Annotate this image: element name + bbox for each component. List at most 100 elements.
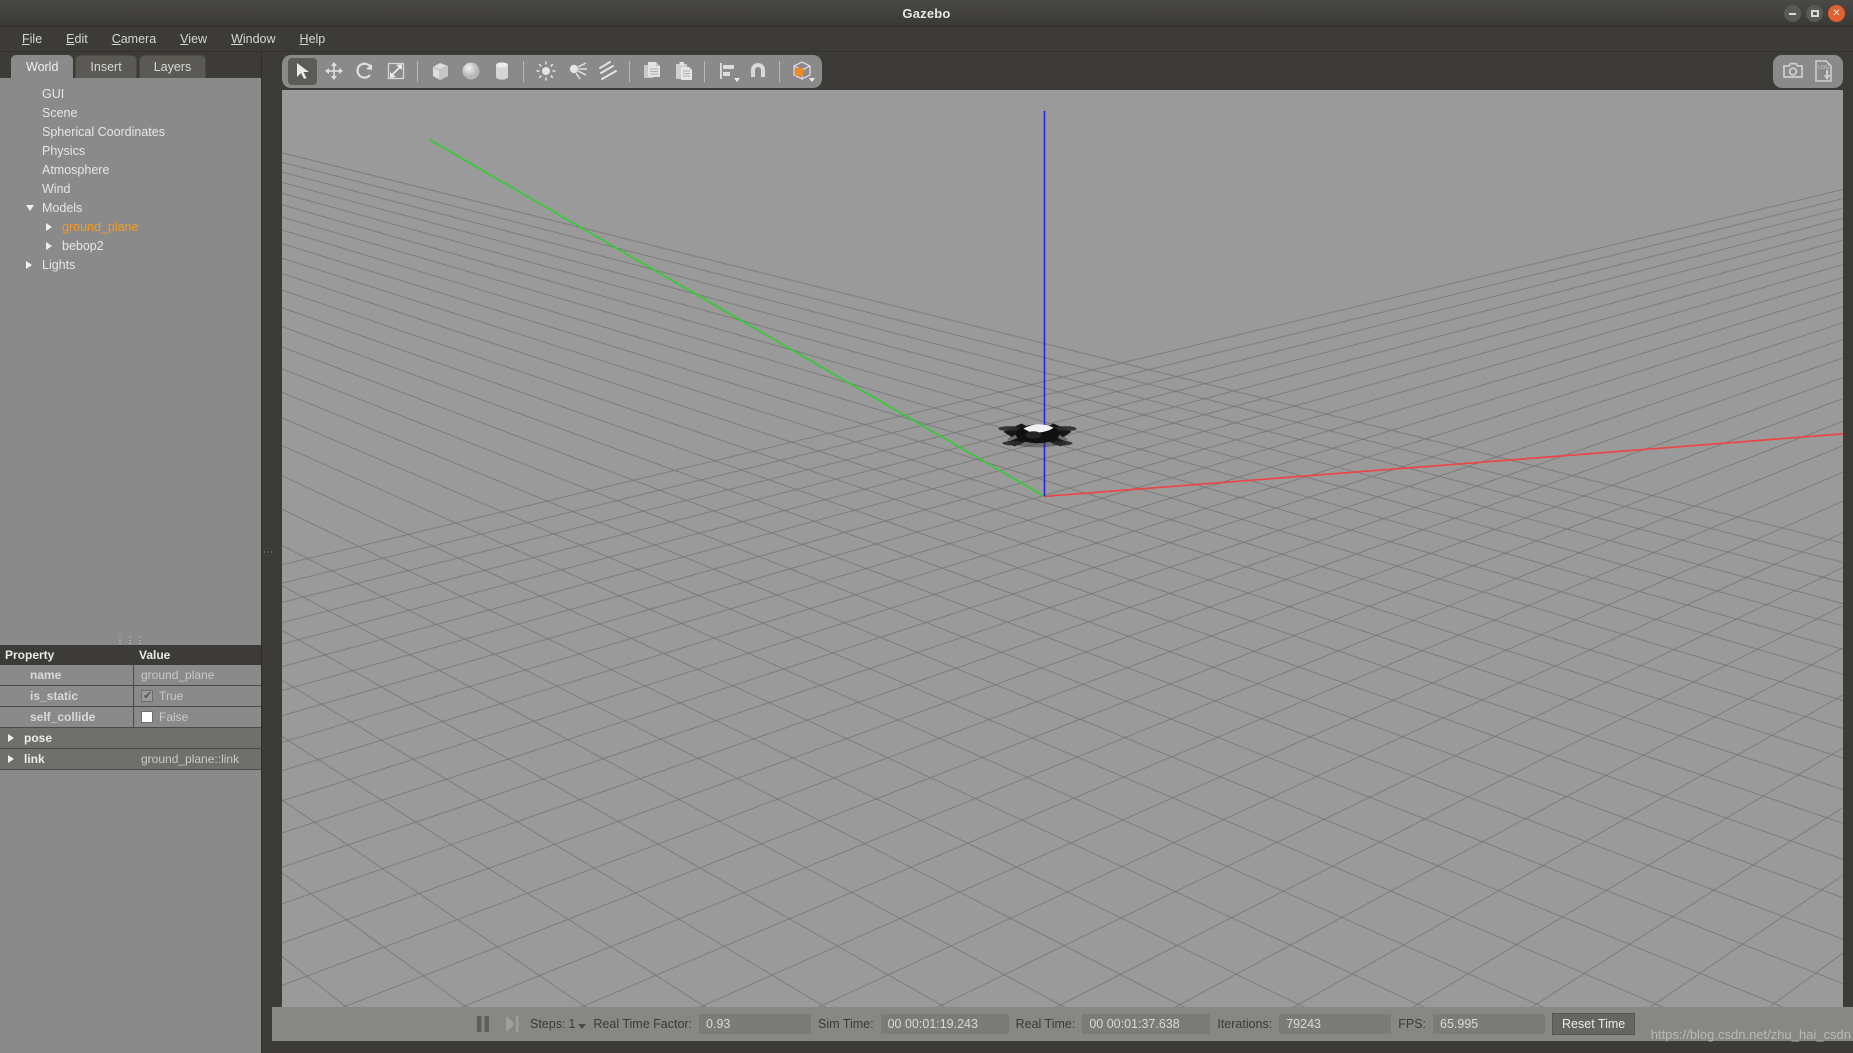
step-forward-button[interactable] [501, 1013, 523, 1035]
property-row-name[interactable]: name ground_plane [0, 664, 261, 686]
main-area: World Insert Layers GUI Scene Spherical Coor… [0, 52, 1853, 1053]
steps-control[interactable]: Steps: 1 [530, 1017, 587, 1031]
chevron-right-icon[interactable] [8, 733, 14, 742]
property-table: Property Value name ground_plane is_static Tr… [0, 644, 261, 770]
tree-item-label: Scene [42, 105, 78, 120]
chevron-right-icon[interactable] [46, 241, 52, 250]
panel-splitter[interactable]: ⋮ [262, 52, 273, 1053]
menu-item-file[interactable]: File [10, 28, 54, 50]
toolbar-right-wrap: LOG [1773, 52, 1843, 90]
tree-item-bebop2[interactable]: bebop2 [22, 236, 261, 255]
sim-time-value: 00 00:01:19.243 [880, 1014, 1009, 1034]
steps-chevron-down-icon[interactable] [578, 1024, 587, 1029]
insert-cylinder-icon[interactable] [487, 58, 516, 85]
panel-tab-bar: World Insert Layers [0, 52, 261, 78]
tree-item-scene[interactable]: Scene [22, 103, 261, 122]
toolbar-separator [779, 60, 780, 82]
tab-insert[interactable]: Insert [75, 55, 137, 78]
paste-icon[interactable] [668, 58, 697, 85]
screenshot-camera-icon[interactable] [1778, 58, 1807, 85]
property-key: link [0, 749, 134, 769]
property-key-label: name [30, 667, 62, 682]
splitter-handle-icon: ⋮ [262, 547, 273, 558]
menu-bar: File Edit Camera View Window Help [0, 27, 1853, 52]
property-value-label: ground_plane::link [141, 751, 240, 766]
minimize-button[interactable] [1784, 5, 1801, 22]
chevron-down-icon[interactable] [26, 204, 34, 211]
tree-item-label: ground_plane [62, 219, 139, 234]
tree-item-label: Atmosphere [42, 162, 110, 177]
rotate-mode-icon[interactable] [350, 58, 379, 85]
tree-item-models[interactable]: Models [22, 198, 261, 217]
chevron-right-icon[interactable] [26, 260, 32, 269]
menu-item-view[interactable]: View [168, 28, 219, 50]
property-row-is_static[interactable]: is_static True [0, 685, 261, 707]
3d-viewport[interactable] [282, 90, 1843, 1007]
tree-item-label: Lights [42, 257, 76, 272]
tree-item-lights[interactable]: Lights [22, 255, 261, 274]
scale-mode-icon[interactable] [381, 58, 410, 85]
main-toolbar: LOG [272, 52, 1853, 90]
title-bar: Gazebo ✕ [0, 0, 1853, 27]
translate-mode-icon[interactable] [319, 58, 348, 85]
checkbox-is_static[interactable] [141, 689, 153, 702]
menu-item-help[interactable]: Help [288, 28, 338, 50]
align-icon[interactable] [712, 58, 741, 85]
insert-box-icon[interactable] [425, 58, 454, 85]
maximize-button[interactable] [1806, 5, 1823, 22]
chevron-right-icon[interactable] [46, 222, 52, 231]
property-table-header: Property Value [0, 644, 261, 665]
tree-item-atmosphere[interactable]: Atmosphere [22, 160, 261, 179]
property-value: ground_plane [134, 665, 261, 685]
left-panel: World Insert Layers GUI Scene Spherical Coor… [0, 52, 262, 1053]
toolbar-separator [417, 60, 418, 82]
bottom-strip [272, 1041, 1853, 1053]
steps-label: Steps: [530, 1017, 566, 1031]
property-value: ground_plane::link [134, 749, 261, 769]
property-value [134, 728, 261, 748]
real-time-label: Real Time: [1015, 1017, 1076, 1031]
panel-resize-grip[interactable]: ⋮⋮⋮ [0, 635, 261, 645]
tab-world[interactable]: World [11, 55, 74, 78]
column-header-value: Value [139, 647, 171, 662]
point-light-icon[interactable] [531, 58, 560, 85]
tab-layers[interactable]: Layers [138, 55, 207, 78]
pause-button[interactable] [472, 1013, 494, 1035]
tree-item-physics[interactable]: Physics [22, 141, 261, 160]
chevron-down-icon[interactable] [734, 77, 740, 82]
property-row-pose[interactable]: pose [0, 727, 261, 749]
chevron-right-icon[interactable] [8, 754, 14, 763]
left-panel-footer [0, 1027, 261, 1053]
tree-item-label: Spherical Coordinates [42, 124, 165, 139]
close-button[interactable]: ✕ [1828, 5, 1845, 22]
reset-time-button[interactable]: Reset Time [1552, 1013, 1636, 1035]
tree-item-wind[interactable]: Wind [22, 179, 261, 198]
tree-item-ground-plane[interactable]: ground_plane [22, 217, 261, 236]
tree-item-gui[interactable]: GUI [22, 84, 261, 103]
property-row-link[interactable]: link ground_plane::link [0, 748, 261, 770]
chevron-down-icon[interactable] [809, 77, 815, 82]
tree-item-label: Models [42, 200, 83, 215]
directional-light-icon[interactable] [593, 58, 622, 85]
property-key-label: link [24, 751, 45, 766]
checkbox-self_collide[interactable] [141, 710, 153, 723]
world-tree: GUI Scene Spherical Coordinates Physics Atmo… [0, 78, 261, 378]
property-row-self_collide[interactable]: self_collide False [0, 706, 261, 728]
property-key: is_static [0, 685, 134, 706]
status-bar: Steps: 1 Real Time Factor: 0.93 Sim Time… [272, 1007, 1853, 1042]
property-value-label: False [159, 709, 189, 724]
menu-item-edit[interactable]: Edit [54, 28, 100, 50]
iterations-value: 79243 [1279, 1014, 1392, 1034]
select-mode-icon[interactable] [288, 57, 317, 85]
copy-icon[interactable] [637, 58, 666, 85]
log-record-icon[interactable]: LOG [1809, 58, 1838, 85]
insert-sphere-icon[interactable] [456, 58, 485, 85]
snap-icon[interactable] [743, 58, 772, 85]
menu-item-window[interactable]: Window [219, 28, 287, 50]
view-angle-icon[interactable] [787, 58, 816, 85]
tree-item-spherical-coordinates[interactable]: Spherical Coordinates [22, 122, 261, 141]
menu-item-camera[interactable]: Camera [100, 28, 168, 50]
property-key: name [0, 664, 134, 685]
spot-light-icon[interactable] [562, 58, 591, 85]
property-value: False [134, 707, 261, 727]
